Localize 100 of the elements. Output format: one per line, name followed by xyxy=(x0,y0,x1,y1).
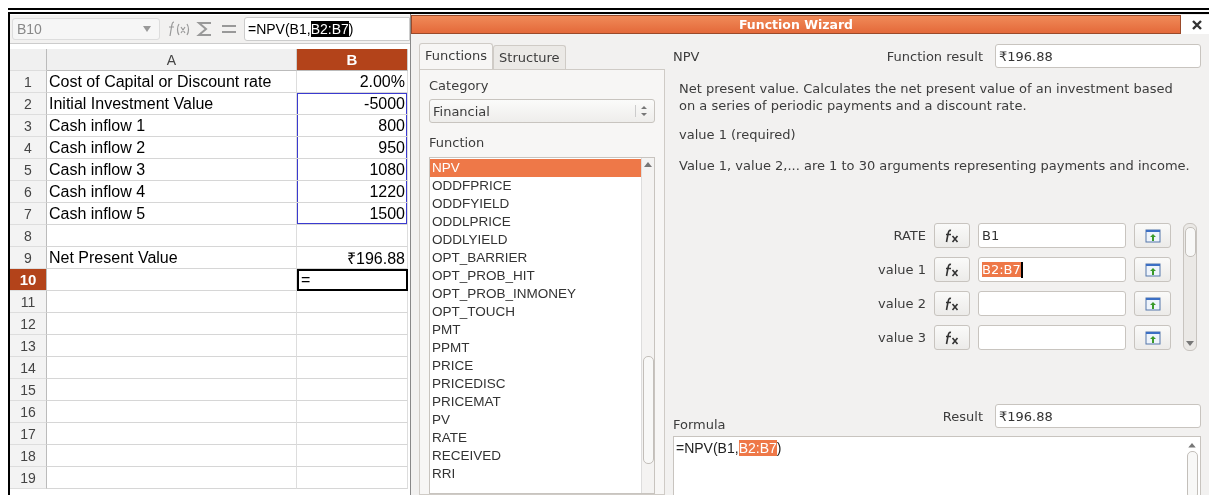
table-cell: 950 xyxy=(297,137,408,159)
scroll-up-icon[interactable] xyxy=(1188,442,1196,448)
function-button[interactable] xyxy=(934,223,970,248)
table-cell: -5000 xyxy=(297,93,408,115)
select-cells-button[interactable] xyxy=(1134,325,1171,350)
row-header[interactable]: 3 xyxy=(10,115,47,137)
function-button[interactable] xyxy=(934,325,970,350)
argument-field[interactable] xyxy=(978,325,1126,350)
function-item[interactable]: OPT_PROB_INMONEY xyxy=(430,285,641,303)
scroll-thumb[interactable] xyxy=(643,356,654,464)
row-header[interactable]: 14 xyxy=(10,357,47,379)
table-cell: 2.00% xyxy=(297,71,408,93)
function-item[interactable]: ODDFPRICE xyxy=(430,177,641,195)
argument-label: value 1 xyxy=(878,262,926,277)
function-item[interactable]: OPT_BARRIER xyxy=(430,249,641,267)
result-label: Result xyxy=(942,408,983,424)
table-cell: Cash inflow 4 xyxy=(47,181,297,203)
table-cell: 1220 xyxy=(297,181,408,203)
row-header[interactable]: 17 xyxy=(10,423,47,445)
function-item[interactable]: OPT_PROB_HIT xyxy=(430,267,641,285)
row-header[interactable]: 11 xyxy=(10,291,47,313)
function-item[interactable]: OPT_TOUCH xyxy=(430,303,641,321)
scrollbar[interactable] xyxy=(1183,223,1197,351)
close-icon[interactable] xyxy=(1191,18,1203,31)
row-header[interactable]: 13 xyxy=(10,335,47,357)
row-header[interactable]: 5 xyxy=(10,159,47,181)
row-header[interactable]: 18 xyxy=(10,445,47,467)
tab[interactable]: Structure xyxy=(493,45,566,69)
function-item[interactable]: RRI xyxy=(430,465,641,483)
function-item[interactable]: RECEIVED xyxy=(430,447,641,465)
formula-input[interactable]: =NPV(B1,B2:B7) xyxy=(244,17,410,41)
function-item[interactable]: PRICE xyxy=(430,357,641,375)
scroll-thumb[interactable] xyxy=(1186,450,1198,495)
corner-header[interactable] xyxy=(10,49,47,71)
tab[interactable]: Functions xyxy=(419,43,494,69)
dropdown-arrow-icon[interactable] xyxy=(143,26,151,32)
select-cells-button[interactable] xyxy=(1134,257,1171,282)
function-item[interactable]: PMT xyxy=(430,321,641,339)
function-item[interactable]: ODDLYIELD xyxy=(430,231,641,249)
scroll-thumb[interactable] xyxy=(1184,227,1196,257)
function-wizard-icon[interactable] xyxy=(166,20,190,38)
row-header[interactable]: 12 xyxy=(10,313,47,335)
function-result-label: Function result xyxy=(886,48,983,64)
column-header[interactable]: B xyxy=(297,49,408,71)
argument-title: value 1 (required) xyxy=(679,126,797,143)
function-button[interactable] xyxy=(934,257,970,282)
sum-icon[interactable] xyxy=(196,20,214,38)
table-cell: Cash inflow 5 xyxy=(47,203,297,225)
row-header[interactable]: 10 xyxy=(10,269,47,291)
table-cell: 800 xyxy=(297,115,408,137)
scrollbar[interactable] xyxy=(641,158,654,493)
function-description: Net present value. Calculates the net present value of an investment based on a series of periodic payments and a discount rate. xyxy=(679,80,1174,114)
table-cell: Net Present Value xyxy=(47,247,297,269)
select-cells-button[interactable] xyxy=(1134,291,1171,316)
spin-arrows-icon xyxy=(635,105,648,117)
function-label: Function xyxy=(429,135,486,150)
row-header[interactable]: 19 xyxy=(10,467,47,489)
function-name: NPV xyxy=(673,48,700,64)
row-header[interactable]: 16 xyxy=(10,401,47,423)
category-select[interactable]: Financial xyxy=(429,99,655,123)
argument-field[interactable]: B1 xyxy=(978,223,1126,248)
row-header[interactable]: 6 xyxy=(10,181,47,203)
row-header[interactable]: 4 xyxy=(10,137,47,159)
row-header[interactable]: 1 xyxy=(10,71,47,93)
fx-icon xyxy=(943,262,961,277)
argument-label: RATE xyxy=(893,228,926,243)
select-cells-button[interactable] xyxy=(1134,223,1171,248)
fx-icon xyxy=(943,330,961,345)
function-item[interactable]: PRICEDISC xyxy=(430,375,641,393)
function-button[interactable] xyxy=(934,291,970,316)
function-result-field[interactable]: ₹196.88 xyxy=(995,44,1201,68)
function-item[interactable]: PPMT xyxy=(430,339,641,357)
fx-icon xyxy=(943,296,961,311)
formula-editor[interactable]: =NPV(B1,B2:B7) xyxy=(673,436,1201,495)
dialog-title: Function Wizard xyxy=(411,15,1181,34)
scroll-down-icon[interactable] xyxy=(1186,341,1194,347)
table-cell: Cost of Capital or Discount rate xyxy=(47,71,297,93)
table-cell: Initial Investment Value xyxy=(47,93,297,115)
table-cell: 1500 xyxy=(297,203,408,225)
function-item[interactable]: PRICEMAT xyxy=(430,393,641,411)
argument-field[interactable] xyxy=(978,291,1126,316)
function-item[interactable]: PV xyxy=(430,411,641,429)
argument-label: value 3 xyxy=(878,330,926,345)
table-cell: ₹196.88 xyxy=(297,247,408,269)
function-item[interactable]: ODDLPRICE xyxy=(430,213,641,231)
formula-label: Formula xyxy=(673,417,726,432)
category-label: Category xyxy=(429,78,490,93)
function-item[interactable]: RATE xyxy=(430,429,641,447)
fx-icon xyxy=(943,228,961,243)
table-cell: Cash inflow 2 xyxy=(47,137,297,159)
row-header[interactable]: 7 xyxy=(10,203,47,225)
row-header[interactable]: 2 xyxy=(10,93,47,115)
column-header[interactable]: A xyxy=(47,49,297,71)
row-header[interactable]: 9 xyxy=(10,247,47,269)
row-header[interactable]: 15 xyxy=(10,379,47,401)
scroll-up-icon[interactable] xyxy=(644,161,652,167)
table-cell: Cash inflow 1 xyxy=(47,115,297,137)
row-header[interactable]: 8 xyxy=(10,225,47,247)
function-item[interactable]: ODDFYIELD xyxy=(430,195,641,213)
result-field[interactable]: ₹196.88 xyxy=(995,404,1201,428)
